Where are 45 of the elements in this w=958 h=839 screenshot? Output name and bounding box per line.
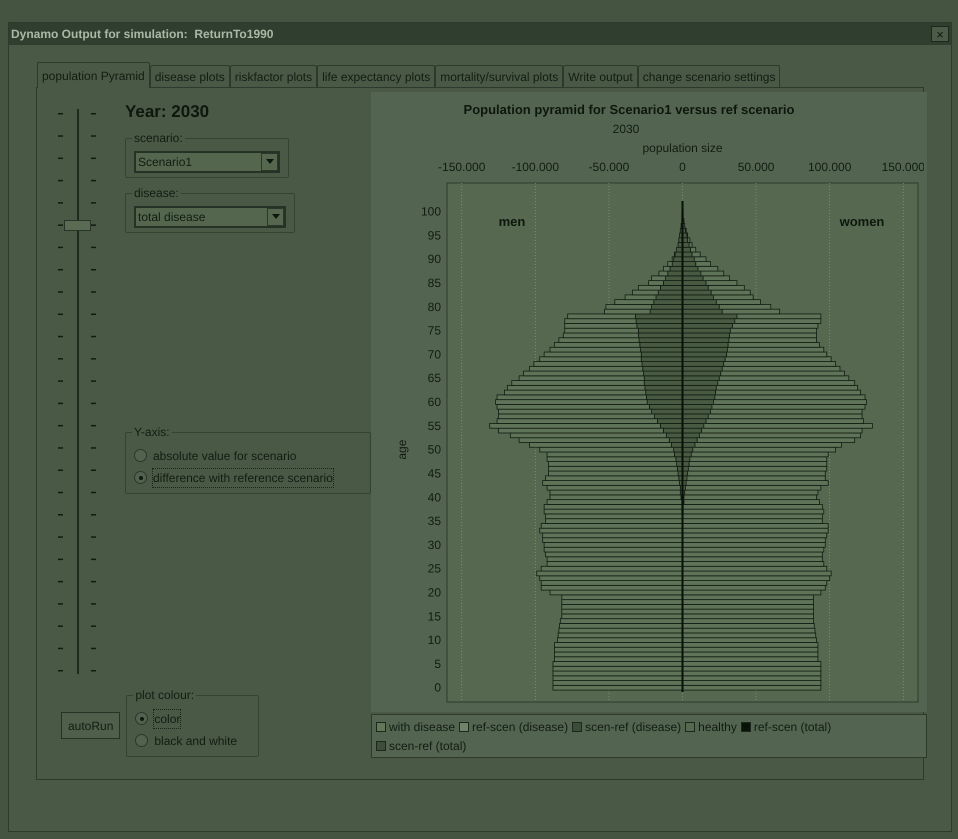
y-tick-label: 70 (428, 346, 441, 361)
legend-label: scen-ref (total) (389, 738, 466, 754)
x-axis-label: population size (642, 140, 723, 154)
x-tick-label: -100.000 (512, 160, 559, 174)
y-tick-label: 5 (434, 656, 441, 670)
y-tick-label: 15 (428, 608, 441, 623)
x-tick-label: 50.000 (738, 160, 774, 174)
series-annotation: men (498, 213, 526, 228)
legend-label: ref-scen (total) (754, 718, 832, 736)
y-tick-label: 65 (428, 370, 441, 385)
group-legend: scenario: (132, 130, 185, 144)
y-tick-label: 55 (428, 418, 441, 432)
y-tick-label: 35 (428, 514, 441, 528)
y-tick-label: 100 (420, 204, 441, 218)
y-axis-label: age (395, 439, 409, 460)
year-label: Year: 2030 (125, 101, 210, 123)
legend-label: ref-scen (disease) (472, 718, 568, 736)
y-tick-label: 20 (428, 584, 441, 599)
chart-subtitle: 2030 (612, 120, 640, 138)
x-tick-label: 100.000 (808, 160, 852, 174)
x-tick-label: -50.000 (588, 160, 630, 174)
group-legend: disease: (132, 186, 181, 200)
x-tick-label: 0 (679, 160, 686, 174)
y-tick-label: 30 (428, 537, 441, 552)
y-tick-label: 0 (434, 680, 441, 694)
legend-label: scen-ref (disease) (585, 718, 682, 736)
series-annotation: women (840, 213, 884, 228)
y-tick-label: 85 (428, 276, 441, 290)
y-tick-label: 40 (428, 490, 441, 504)
y-tick-label: 90 (428, 252, 441, 266)
legend-label: with disease (389, 718, 456, 736)
y-tick-label: 60 (428, 394, 441, 409)
chart-title: Population pyramid for Scenario1 versus ref scenario (464, 101, 794, 119)
x-tick-label: -150.000 (438, 160, 486, 174)
y-tick-label: 25 (428, 561, 441, 576)
legend-label: healthy (698, 718, 737, 736)
y-tick-label: 80 (428, 299, 441, 314)
group-legend: plot colour: (133, 688, 196, 702)
y-tick-label: 50 (428, 442, 441, 456)
window-title: Dynamo Output for simulation: ReturnTo1990 (11, 26, 274, 43)
group-legend: Y-axis: (132, 424, 172, 438)
y-tick-label: 10 (428, 632, 441, 647)
y-tick-label: 45 (428, 466, 441, 480)
y-tick-label: 75 (428, 323, 441, 338)
y-tick-label: 95 (428, 228, 441, 242)
